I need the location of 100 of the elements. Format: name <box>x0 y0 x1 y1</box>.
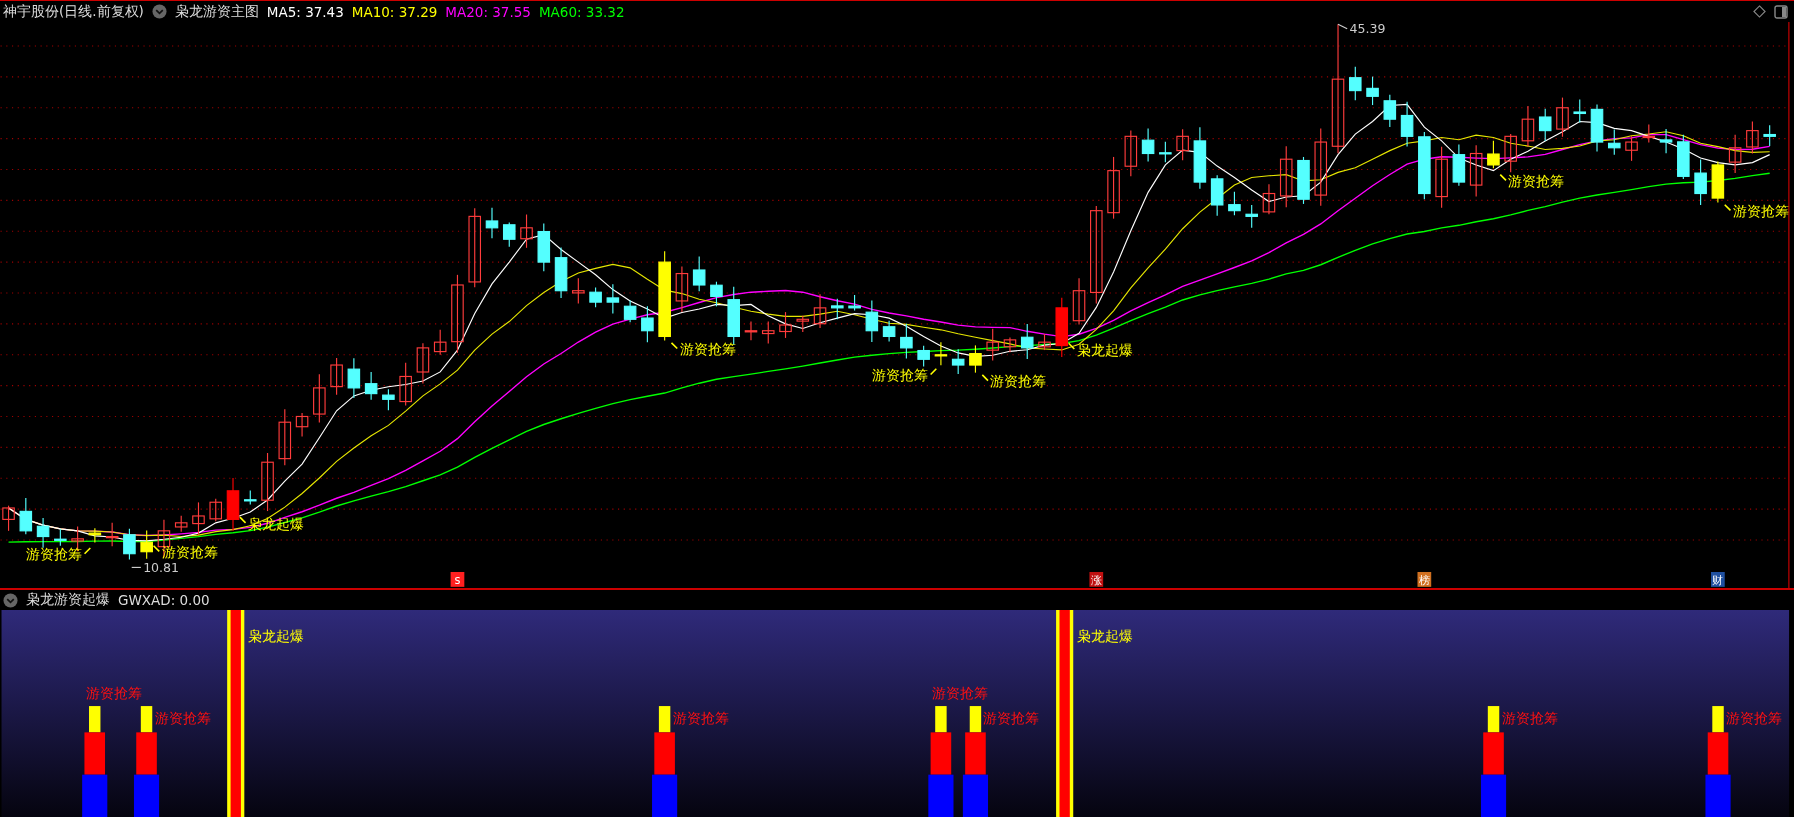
signal-label: 枭龙起爆 <box>1076 341 1133 358</box>
candlestick <box>572 277 585 304</box>
candlestick <box>589 286 602 308</box>
candlestick <box>882 320 896 343</box>
candlestick <box>1262 183 1276 215</box>
candlestick <box>1538 108 1552 142</box>
candlestick <box>1366 76 1379 106</box>
signal-label: 游资抢筹 <box>1508 173 1565 190</box>
candlestick <box>1176 128 1189 161</box>
candlestick <box>416 342 430 384</box>
ma-value: MA10: 37.29 <box>351 3 438 20</box>
candlestick <box>951 348 965 375</box>
candlestick <box>278 408 292 466</box>
signal-label: 游资抢筹 <box>26 546 83 563</box>
candlestick <box>1590 104 1604 153</box>
candlestick <box>1003 337 1017 353</box>
candlestick <box>1020 323 1034 360</box>
candlestick <box>520 213 533 249</box>
ma-value: MA5: 37.43 <box>266 3 344 20</box>
signal-label: 游资抢筹 <box>1501 710 1558 727</box>
candlestick <box>244 490 257 505</box>
candlestick <box>347 357 361 399</box>
chevron-down-icon[interactable] <box>151 4 167 19</box>
candlestick <box>1504 133 1517 173</box>
candlestick <box>1763 124 1776 147</box>
candlestick <box>554 246 568 299</box>
candlestick <box>1383 94 1397 128</box>
stock-title: 神宇股份(日线.前复权) <box>3 2 144 21</box>
event-marker[interactable]: 榜 <box>1418 573 1430 587</box>
candlestick <box>848 294 861 312</box>
candlestick <box>606 283 620 314</box>
event-marker[interactable]: 涨 <box>1090 573 1102 587</box>
candlestick <box>796 315 810 333</box>
candlestick <box>330 357 343 396</box>
candlestick <box>1072 277 1086 325</box>
candlestick <box>779 311 792 339</box>
candlestick <box>485 207 499 239</box>
candlestick <box>226 477 240 532</box>
candlestick <box>1141 127 1155 163</box>
signal-label: 枭龙起爆 <box>247 627 304 644</box>
candlestick <box>1279 145 1293 208</box>
candlestick <box>831 298 844 320</box>
candlestick <box>295 412 309 437</box>
candlestick <box>761 320 775 344</box>
low-price-label: 10.81 <box>143 560 180 575</box>
signal-label: 游资抢筹 <box>990 373 1047 390</box>
candlestick <box>1711 160 1725 203</box>
candlestick <box>1124 129 1138 177</box>
event-marker[interactable]: 财 <box>1712 573 1724 587</box>
signal-label: 游资抢筹 <box>1726 710 1783 727</box>
candlestick <box>192 501 205 536</box>
candlestick <box>1728 134 1742 174</box>
candlestick <box>865 299 879 343</box>
candlestick <box>710 281 723 307</box>
candlestick <box>623 299 637 323</box>
candlestick <box>1659 128 1673 154</box>
signal-label: 游资抢筹 <box>672 710 729 727</box>
signal-label: 枭龙起爆 <box>1076 627 1133 644</box>
candlestick <box>261 452 274 512</box>
candlestick <box>641 305 654 343</box>
candlestick <box>1193 126 1207 190</box>
candlestick <box>1435 146 1448 209</box>
candlestick <box>382 388 395 411</box>
candlestick <box>502 221 516 248</box>
indicator-title: 枭龙游资起爆 <box>26 591 110 609</box>
event-marker[interactable]: s <box>454 573 461 587</box>
candlestick <box>537 222 551 272</box>
signal-label: 游资抢筹 <box>931 685 988 702</box>
candlestick <box>1487 140 1500 169</box>
ma-value: MA60: 33.32 <box>538 3 625 20</box>
candlestick <box>1521 105 1535 147</box>
indicator-name: 枭龙游资主图 <box>174 2 259 21</box>
candlestick <box>1107 156 1120 220</box>
candlestick <box>209 498 223 522</box>
indicator-reading: GWXAD: 0.00 <box>118 592 210 608</box>
candlestick <box>900 323 913 360</box>
signal-label: 游资抢筹 <box>679 341 736 358</box>
high-price-label: 45.39 <box>1349 22 1386 37</box>
signal-label: 游资抢筹 <box>872 367 929 384</box>
candlestick <box>1349 66 1362 101</box>
ma-value: MA20: 37.55 <box>445 3 531 20</box>
candlestick <box>1038 333 1051 351</box>
candlestick <box>313 373 326 424</box>
candlestick <box>364 371 378 401</box>
candlestick <box>1469 144 1483 198</box>
chevron-down-icon[interactable] <box>3 592 18 608</box>
candlestick <box>54 528 67 547</box>
candlestick <box>917 345 930 368</box>
candlestick <box>1400 101 1414 148</box>
candlestick <box>1625 135 1638 162</box>
candlestick <box>934 341 948 366</box>
candlestick <box>19 497 33 535</box>
signal-label: 游资抢筹 <box>85 685 142 702</box>
candlestick <box>1677 134 1690 180</box>
candlestick <box>1694 158 1707 206</box>
candlestick <box>969 344 982 374</box>
candlestick <box>399 362 412 406</box>
candlestick <box>36 517 50 549</box>
diamond-icon[interactable] <box>1753 5 1766 18</box>
panel-toggle-icon[interactable] <box>1774 4 1788 19</box>
